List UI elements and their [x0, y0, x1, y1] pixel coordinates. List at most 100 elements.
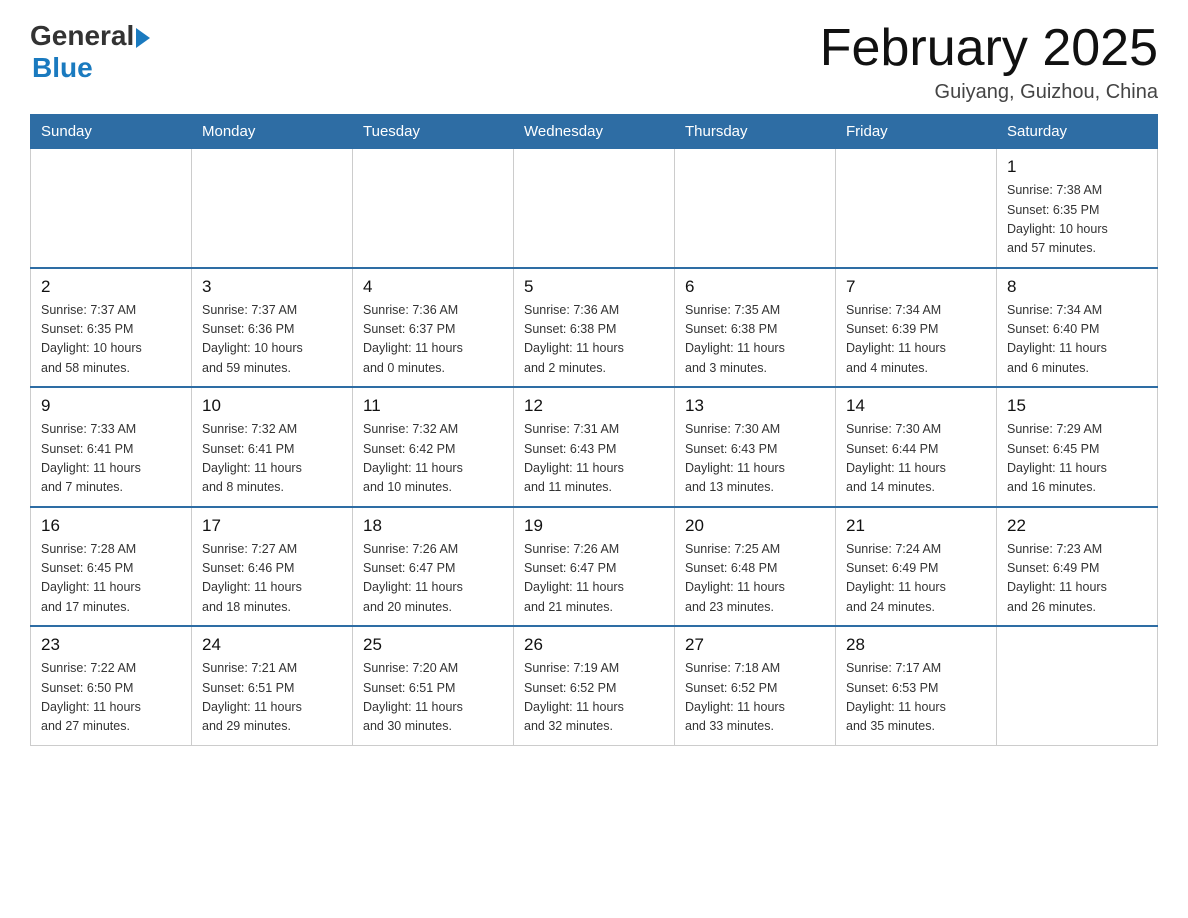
day-info: Sunrise: 7:30 AMSunset: 6:44 PMDaylight:…	[846, 420, 986, 498]
calendar-cell: 22 Sunrise: 7:23 AMSunset: 6:49 PMDayligh…	[997, 507, 1158, 627]
calendar-table: SundayMondayTuesdayWednesdayThursdayFrid…	[30, 114, 1158, 746]
calendar-day-header: Tuesday	[353, 115, 514, 149]
calendar-cell: 26 Sunrise: 7:19 AMSunset: 6:52 PMDayligh…	[514, 626, 675, 745]
day-info: Sunrise: 7:17 AMSunset: 6:53 PMDaylight:…	[846, 659, 986, 737]
day-number: 25	[363, 635, 503, 655]
calendar-cell: 14Sunrise: 7:30 AMSunset: 6:44 PMDayligh…	[836, 387, 997, 507]
calendar-week-row: 2 Sunrise: 7:37 AMSunset: 6:35 PMDaylight…	[31, 268, 1158, 388]
day-info: Sunrise: 7:26 AMSunset: 6:47 PMDaylight:…	[363, 540, 503, 618]
day-number: 26	[524, 635, 664, 655]
logo-blue-text: Blue	[32, 52, 93, 84]
calendar-week-row: 9 Sunrise: 7:33 AMSunset: 6:41 PMDaylight…	[31, 387, 1158, 507]
day-info: Sunrise: 7:32 AMSunset: 6:42 PMDaylight:…	[363, 420, 503, 498]
day-info: Sunrise: 7:25 AMSunset: 6:48 PMDaylight:…	[685, 540, 825, 618]
calendar-cell: 8 Sunrise: 7:34 AMSunset: 6:40 PMDaylight…	[997, 268, 1158, 388]
calendar-cell: 16 Sunrise: 7:28 AMSunset: 6:45 PMDayligh…	[31, 507, 192, 627]
calendar-cell	[514, 149, 675, 268]
logo-general-text: General	[30, 20, 134, 52]
calendar-cell: 27Sunrise: 7:18 AMSunset: 6:52 PMDayligh…	[675, 626, 836, 745]
day-number: 13	[685, 396, 825, 416]
day-number: 11	[363, 396, 503, 416]
calendar-cell: 3Sunrise: 7:37 AMSunset: 6:36 PMDaylight…	[192, 268, 353, 388]
day-number: 22	[1007, 516, 1147, 536]
day-number: 24	[202, 635, 342, 655]
day-info: Sunrise: 7:30 AMSunset: 6:43 PMDaylight:…	[685, 420, 825, 498]
logo-arrow-icon	[136, 28, 150, 48]
day-number: 15	[1007, 396, 1147, 416]
calendar-week-row: 16 Sunrise: 7:28 AMSunset: 6:45 PMDayligh…	[31, 507, 1158, 627]
calendar-cell: 25 Sunrise: 7:20 AMSunset: 6:51 PMDayligh…	[353, 626, 514, 745]
day-number: 21	[846, 516, 986, 536]
day-number: 20	[685, 516, 825, 536]
calendar-cell: 4 Sunrise: 7:36 AMSunset: 6:37 PMDaylight…	[353, 268, 514, 388]
calendar-cell: 10 Sunrise: 7:32 AMSunset: 6:41 PMDayligh…	[192, 387, 353, 507]
day-info: Sunrise: 7:36 AMSunset: 6:38 PMDaylight:…	[524, 301, 664, 379]
calendar-cell: 17 Sunrise: 7:27 AMSunset: 6:46 PMDayligh…	[192, 507, 353, 627]
day-number: 17	[202, 516, 342, 536]
calendar-cell: 23Sunrise: 7:22 AMSunset: 6:50 PMDayligh…	[31, 626, 192, 745]
calendar-week-row: 1Sunrise: 7:38 AMSunset: 6:35 PMDaylight…	[31, 149, 1158, 268]
calendar-cell: 12 Sunrise: 7:31 AMSunset: 6:43 PMDayligh…	[514, 387, 675, 507]
day-info: Sunrise: 7:29 AMSunset: 6:45 PMDaylight:…	[1007, 420, 1147, 498]
page-header: General Blue February 2025 Guiyang, Guiz…	[30, 20, 1158, 104]
day-info: Sunrise: 7:38 AMSunset: 6:35 PMDaylight:…	[1007, 181, 1147, 259]
day-number: 27	[685, 635, 825, 655]
day-number: 16	[41, 516, 181, 536]
calendar-cell	[836, 149, 997, 268]
calendar-week-row: 23Sunrise: 7:22 AMSunset: 6:50 PMDayligh…	[31, 626, 1158, 745]
day-info: Sunrise: 7:23 AMSunset: 6:49 PMDaylight:…	[1007, 540, 1147, 618]
calendar-cell	[353, 149, 514, 268]
calendar-cell: 15 Sunrise: 7:29 AMSunset: 6:45 PMDayligh…	[997, 387, 1158, 507]
day-info: Sunrise: 7:22 AMSunset: 6:50 PMDaylight:…	[41, 659, 181, 737]
calendar-cell: 7 Sunrise: 7:34 AMSunset: 6:39 PMDaylight…	[836, 268, 997, 388]
calendar-cell: 19Sunrise: 7:26 AMSunset: 6:47 PMDayligh…	[514, 507, 675, 627]
calendar-day-header: Sunday	[31, 115, 192, 149]
calendar-cell	[997, 626, 1158, 745]
calendar-cell: 2 Sunrise: 7:37 AMSunset: 6:35 PMDaylight…	[31, 268, 192, 388]
day-info: Sunrise: 7:35 AMSunset: 6:38 PMDaylight:…	[685, 301, 825, 379]
calendar-cell: 18 Sunrise: 7:26 AMSunset: 6:47 PMDayligh…	[353, 507, 514, 627]
day-number: 6	[685, 277, 825, 297]
calendar-cell: 1Sunrise: 7:38 AMSunset: 6:35 PMDaylight…	[997, 149, 1158, 268]
day-number: 5	[524, 277, 664, 297]
calendar-cell: 6 Sunrise: 7:35 AMSunset: 6:38 PMDaylight…	[675, 268, 836, 388]
day-info: Sunrise: 7:32 AMSunset: 6:41 PMDaylight:…	[202, 420, 342, 498]
logo: General Blue	[30, 20, 150, 84]
calendar-day-header: Thursday	[675, 115, 836, 149]
month-title: February 2025	[820, 20, 1158, 77]
day-number: 18	[363, 516, 503, 536]
day-number: 2	[41, 277, 181, 297]
calendar-header-row: SundayMondayTuesdayWednesdayThursdayFrid…	[31, 115, 1158, 149]
day-info: Sunrise: 7:20 AMSunset: 6:51 PMDaylight:…	[363, 659, 503, 737]
calendar-cell	[31, 149, 192, 268]
calendar-cell	[675, 149, 836, 268]
day-info: Sunrise: 7:28 AMSunset: 6:45 PMDaylight:…	[41, 540, 181, 618]
calendar-cell: 5 Sunrise: 7:36 AMSunset: 6:38 PMDaylight…	[514, 268, 675, 388]
day-number: 4	[363, 277, 503, 297]
day-info: Sunrise: 7:36 AMSunset: 6:37 PMDaylight:…	[363, 301, 503, 379]
day-info: Sunrise: 7:26 AMSunset: 6:47 PMDaylight:…	[524, 540, 664, 618]
calendar-cell	[192, 149, 353, 268]
calendar-day-header: Wednesday	[514, 115, 675, 149]
day-info: Sunrise: 7:34 AMSunset: 6:39 PMDaylight:…	[846, 301, 986, 379]
day-info: Sunrise: 7:27 AMSunset: 6:46 PMDaylight:…	[202, 540, 342, 618]
day-info: Sunrise: 7:33 AMSunset: 6:41 PMDaylight:…	[41, 420, 181, 498]
day-info: Sunrise: 7:37 AMSunset: 6:35 PMDaylight:…	[41, 301, 181, 379]
day-info: Sunrise: 7:19 AMSunset: 6:52 PMDaylight:…	[524, 659, 664, 737]
day-number: 3	[202, 277, 342, 297]
calendar-cell: 24 Sunrise: 7:21 AMSunset: 6:51 PMDayligh…	[192, 626, 353, 745]
day-number: 12	[524, 396, 664, 416]
day-info: Sunrise: 7:34 AMSunset: 6:40 PMDaylight:…	[1007, 301, 1147, 379]
calendar-day-header: Friday	[836, 115, 997, 149]
calendar-cell: 21 Sunrise: 7:24 AMSunset: 6:49 PMDayligh…	[836, 507, 997, 627]
day-number: 9	[41, 396, 181, 416]
day-number: 28	[846, 635, 986, 655]
day-number: 8	[1007, 277, 1147, 297]
day-number: 7	[846, 277, 986, 297]
day-number: 10	[202, 396, 342, 416]
day-info: Sunrise: 7:24 AMSunset: 6:49 PMDaylight:…	[846, 540, 986, 618]
day-info: Sunrise: 7:21 AMSunset: 6:51 PMDaylight:…	[202, 659, 342, 737]
day-info: Sunrise: 7:31 AMSunset: 6:43 PMDaylight:…	[524, 420, 664, 498]
calendar-day-header: Saturday	[997, 115, 1158, 149]
calendar-cell: 28 Sunrise: 7:17 AMSunset: 6:53 PMDayligh…	[836, 626, 997, 745]
